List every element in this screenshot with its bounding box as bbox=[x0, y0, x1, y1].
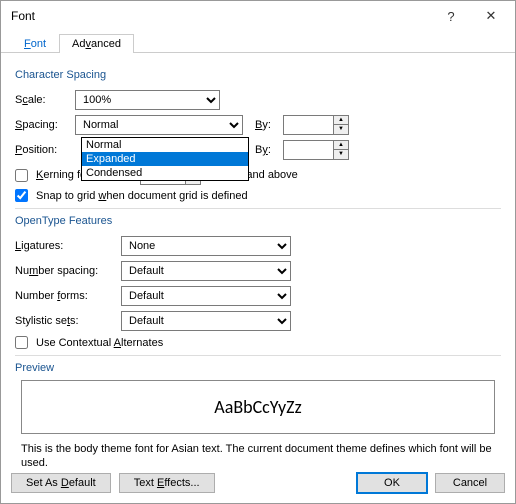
kerning-checkbox[interactable] bbox=[15, 169, 28, 182]
text-effects-button[interactable]: Text Effects... bbox=[119, 473, 215, 493]
spacing-by-label: By: bbox=[255, 119, 283, 131]
contextual-alternates-label: Use Contextual Alternates bbox=[36, 337, 163, 349]
spacing-by-input[interactable] bbox=[283, 115, 333, 135]
spacing-dropdown-list[interactable]: Normal Expanded Condensed bbox=[81, 137, 249, 181]
number-spacing-combo[interactable]: Default bbox=[121, 261, 291, 281]
preview-sample: AaBbCcYyZz bbox=[214, 396, 301, 418]
position-by-label: By: bbox=[255, 144, 283, 156]
spacing-option-expanded[interactable]: Expanded bbox=[82, 152, 248, 166]
opentype-group: OpenType Features bbox=[15, 215, 501, 227]
dialog-body: Character Spacing Scale: 100% Spacing: N… bbox=[1, 53, 515, 489]
spacing-option-condensed[interactable]: Condensed bbox=[82, 166, 248, 180]
stylistic-sets-combo[interactable]: Default bbox=[121, 311, 291, 331]
ligatures-label: Ligatures: bbox=[15, 240, 121, 252]
spacing-combo[interactable]: Normal bbox=[75, 115, 243, 135]
dialog-footer: Set As Default Text Effects... OK Cancel bbox=[11, 473, 505, 493]
chevron-up-icon[interactable]: ▲ bbox=[334, 141, 348, 150]
tab-font[interactable]: Font bbox=[11, 34, 59, 53]
spacing-label: Spacing: bbox=[15, 119, 75, 131]
contextual-alternates-checkbox[interactable] bbox=[15, 336, 28, 349]
separator bbox=[15, 208, 501, 209]
number-forms-label: Number forms: bbox=[15, 290, 121, 302]
scale-combo[interactable]: 100% bbox=[75, 90, 220, 110]
ligatures-combo[interactable]: None bbox=[121, 236, 291, 256]
preview-description: This is the body theme font for Asian te… bbox=[21, 442, 495, 471]
window-title: Font bbox=[11, 9, 431, 23]
set-as-default-button[interactable]: Set As Default bbox=[11, 473, 111, 493]
titlebar: Font ? ✕ bbox=[1, 1, 515, 31]
scale-label: Scale: bbox=[15, 94, 75, 106]
spacing-option-normal[interactable]: Normal bbox=[82, 138, 248, 152]
chevron-down-icon[interactable]: ▼ bbox=[334, 125, 348, 134]
ok-button[interactable]: OK bbox=[357, 473, 427, 493]
position-label: Position: bbox=[15, 144, 75, 156]
font-dialog: Font ? ✕ Font Advanced Character Spacing… bbox=[0, 0, 516, 504]
separator bbox=[15, 355, 501, 356]
spacing-by-spinner[interactable]: ▲▼ bbox=[283, 115, 349, 135]
snap-to-grid-checkbox[interactable] bbox=[15, 189, 28, 202]
position-by-spinner[interactable]: ▲▼ bbox=[283, 140, 349, 160]
tab-bar: Font Advanced bbox=[1, 31, 515, 53]
snap-to-grid-label: Snap to grid when document grid is defin… bbox=[36, 190, 248, 202]
preview-box: AaBbCcYyZz bbox=[21, 380, 495, 434]
cancel-button[interactable]: Cancel bbox=[435, 473, 505, 493]
chevron-up-icon[interactable]: ▲ bbox=[334, 116, 348, 125]
spinner-buttons[interactable]: ▲▼ bbox=[333, 115, 349, 135]
number-forms-combo[interactable]: Default bbox=[121, 286, 291, 306]
close-button[interactable]: ✕ bbox=[471, 2, 511, 30]
position-by-input[interactable] bbox=[283, 140, 333, 160]
character-spacing-group: Character Spacing bbox=[15, 69, 501, 81]
tab-advanced[interactable]: Advanced bbox=[59, 34, 134, 53]
help-button[interactable]: ? bbox=[431, 2, 471, 30]
preview-label: Preview bbox=[15, 362, 501, 374]
spinner-buttons[interactable]: ▲▼ bbox=[333, 140, 349, 160]
number-spacing-label: Number spacing: bbox=[15, 265, 121, 277]
chevron-down-icon[interactable]: ▼ bbox=[334, 150, 348, 159]
stylistic-sets-label: Stylistic sets: bbox=[15, 315, 121, 327]
